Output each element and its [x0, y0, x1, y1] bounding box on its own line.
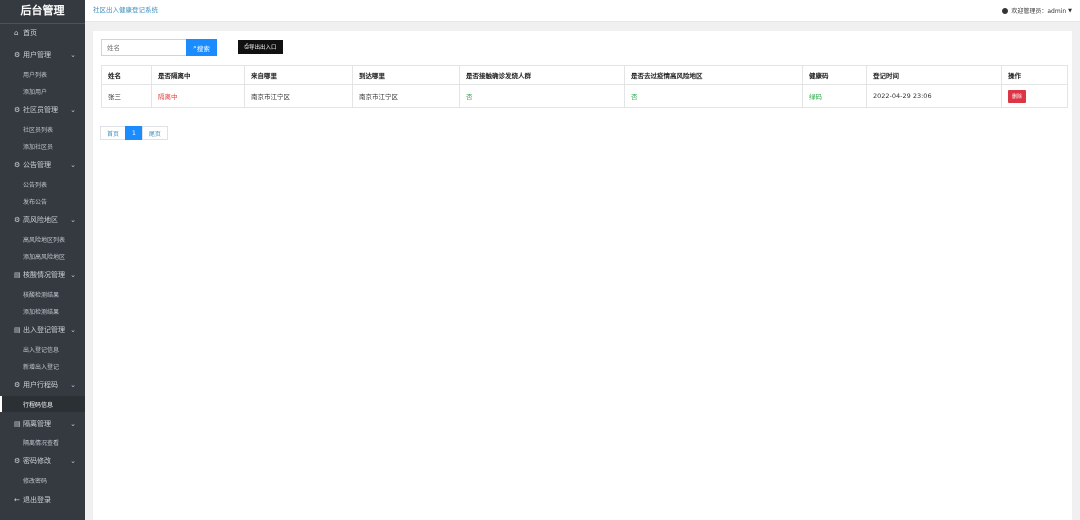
- sidebar-item-test-results[interactable]: 核酸检测结果: [0, 286, 85, 302]
- chevron-down-icon: ⌄: [70, 326, 76, 334]
- table-header-row: 姓名 是否隔离中 来自哪里 到达哪里 是否接触确诊发烧人群 是否去过疫情高风险地…: [101, 65, 1068, 85]
- caret-down-icon: ▼: [1068, 7, 1072, 14]
- sidebar-group-label: 密码修改: [23, 457, 51, 465]
- sidebar-group-label: 出入登记管理: [23, 326, 65, 334]
- sidebar-group-label: 用户行程码: [23, 381, 58, 389]
- brand-title: 后台管理: [0, 0, 85, 24]
- cell-from: 南京市江宁区: [244, 84, 353, 108]
- cell-name: 张三: [101, 84, 152, 108]
- chevron-down-icon: ⌄: [70, 106, 76, 114]
- column-header: 姓名: [101, 65, 152, 85]
- sidebar-item-add-risk[interactable]: 添加高风险地区: [0, 248, 85, 264]
- column-header: 来自哪里: [244, 65, 353, 85]
- last-page-link[interactable]: 尾页: [141, 126, 168, 140]
- sidebar-group-label: 公告管理: [23, 161, 51, 169]
- sidebar-group-access[interactable]: ▤ 出入登记管理 ⌄: [0, 322, 85, 338]
- sidebar-group-isolation[interactable]: ▤ 隔离管理 ⌄: [0, 416, 85, 432]
- cell-contact: 否: [459, 84, 625, 108]
- sidebar-group-risk-area[interactable]: ⚙ 高风险地区 ⌄: [0, 212, 85, 228]
- gear-icon: ⚙: [14, 381, 21, 389]
- chevron-down-icon: ⌄: [70, 457, 76, 465]
- sidebar-item-access-info[interactable]: 出入登记信息: [0, 341, 85, 357]
- chevron-down-icon: ⌄: [70, 216, 76, 224]
- column-header: 健康码: [802, 65, 867, 85]
- records-table: 姓名 是否隔离中 来自哪里 到达哪里 是否接触确诊发烧人群 是否去过疫情高风险地…: [101, 65, 1068, 108]
- user-icon: [1002, 7, 1009, 14]
- logout-label: 退出登录: [23, 496, 51, 504]
- sidebar-item-add-staff[interactable]: 添加社区员: [0, 138, 85, 154]
- gear-icon: ⚙: [14, 457, 21, 465]
- pagination: 首页 1 尾页: [100, 126, 168, 140]
- sidebar-group-users[interactable]: ⚙ 用户管理 ⌄: [0, 47, 85, 63]
- column-header: 是否隔离中: [151, 65, 245, 85]
- column-header: 是否接触确诊发烧人群: [459, 65, 625, 85]
- sidebar-item-staff-list[interactable]: 社区员列表: [0, 121, 85, 137]
- sidebar-group-label: 高风险地区: [23, 216, 58, 224]
- search-button[interactable]: ⌕ 搜索: [186, 39, 217, 56]
- gear-icon: ⚙: [14, 106, 21, 114]
- sidebar-group-notice[interactable]: ⚙ 公告管理 ⌄: [0, 157, 85, 173]
- sidebar-group-itinerary[interactable]: ⚙ 用户行程码 ⌄: [0, 377, 85, 393]
- chevron-down-icon: ⌄: [70, 420, 76, 428]
- gear-icon: ⚙: [14, 161, 21, 169]
- user-menu[interactable]: 欢迎管理员：admin ▼: [1002, 6, 1072, 15]
- cell-health-code: 绿码: [802, 84, 867, 108]
- top-navbar: 社区出入健康登记系统 欢迎管理员：admin ▼: [85, 0, 1080, 22]
- sidebar-item-isolation-view[interactable]: 隔离情况查看: [0, 434, 85, 450]
- current-page[interactable]: 1: [125, 126, 143, 140]
- export-button-label: 导出出入口: [248, 45, 277, 51]
- sidebar-item-publish-notice[interactable]: 发布公告: [0, 193, 85, 209]
- content-card: ⌕搜索 ⎙导出出入口 姓名 是否隔离中 来自哪里 到达哪里 是否接触确诊发烧人群…: [93, 31, 1072, 520]
- sidebar-item-label: 首页: [23, 29, 37, 37]
- sidebar: 后台管理 ⌂ 首页 ⚙ 用户管理 ⌄ 用户列表 添加用户 ⚙ 社区员管理 ⌄ 社…: [0, 0, 85, 520]
- sidebar-item-add-user[interactable]: 添加用户: [0, 83, 85, 99]
- column-header: 操作: [1001, 65, 1068, 85]
- logout-button[interactable]: ← 退出登录: [0, 492, 85, 508]
- arrow-left-icon: ←: [14, 496, 20, 504]
- chevron-down-icon: ⌄: [70, 51, 76, 59]
- sidebar-group-label: 核酸情况管理: [23, 271, 65, 279]
- table-row: 张三 隔离中 南京市江宁区 南京市江宁区 否 否 绿码 2022-04-29 2…: [101, 84, 1068, 108]
- document-icon: ▤: [14, 326, 21, 334]
- cell-time: 2022-04-29 23:06: [866, 84, 1002, 108]
- cell-risk-area: 否: [624, 84, 803, 108]
- document-icon: ▤: [14, 420, 21, 428]
- column-header: 到达哪里: [352, 65, 460, 85]
- column-header: 是否去过疫情高风险地区: [624, 65, 803, 85]
- cell-to: 南京市江宁区: [352, 84, 460, 108]
- sidebar-item-add-access[interactable]: 新增出入登记: [0, 358, 85, 374]
- sidebar-item-change-password[interactable]: 修改密码: [0, 472, 85, 488]
- sidebar-item-notice-list[interactable]: 公告列表: [0, 176, 85, 192]
- home-icon: ⌂: [14, 29, 19, 37]
- user-label: 欢迎管理员：admin: [1011, 8, 1067, 15]
- sidebar-item-risk-list[interactable]: 高风险地区列表: [0, 231, 85, 247]
- sidebar-group-label: 隔离管理: [23, 420, 51, 428]
- sidebar-item-home[interactable]: ⌂ 首页: [0, 25, 85, 41]
- sidebar-group-password[interactable]: ⚙ 密码修改 ⌄: [0, 453, 85, 469]
- sidebar-item-add-test[interactable]: 添加检测结果: [0, 303, 85, 319]
- first-page-link[interactable]: 首页: [100, 126, 127, 140]
- sidebar-group-staff[interactable]: ⚙ 社区员管理 ⌄: [0, 102, 85, 118]
- export-button[interactable]: ⎙ 导出出入口: [238, 40, 283, 54]
- search-input[interactable]: [101, 39, 187, 56]
- cell-isolating: 隔离中: [151, 84, 245, 108]
- column-header: 登记时间: [866, 65, 1002, 85]
- search-button-label: 搜索: [196, 44, 210, 53]
- sidebar-group-test[interactable]: ▤ 核酸情况管理 ⌄: [0, 267, 85, 283]
- sidebar-group-label: 用户管理: [23, 51, 51, 59]
- cell-action: 删除: [1001, 84, 1068, 108]
- gear-icon: ⚙: [14, 51, 21, 59]
- sidebar-item-user-list[interactable]: 用户列表: [0, 66, 85, 82]
- chevron-down-icon: ⌄: [70, 161, 76, 169]
- document-icon: ▤: [14, 271, 21, 279]
- sidebar-item-itinerary-info[interactable]: 行程码信息: [0, 396, 85, 412]
- sidebar-group-label: 社区员管理: [23, 106, 58, 114]
- gear-icon: ⚙: [14, 216, 21, 224]
- chevron-down-icon: ⌄: [70, 381, 76, 389]
- chevron-down-icon: ⌄: [70, 271, 76, 279]
- breadcrumb[interactable]: 社区出入健康登记系统: [93, 4, 158, 14]
- delete-button[interactable]: 删除: [1008, 89, 1027, 103]
